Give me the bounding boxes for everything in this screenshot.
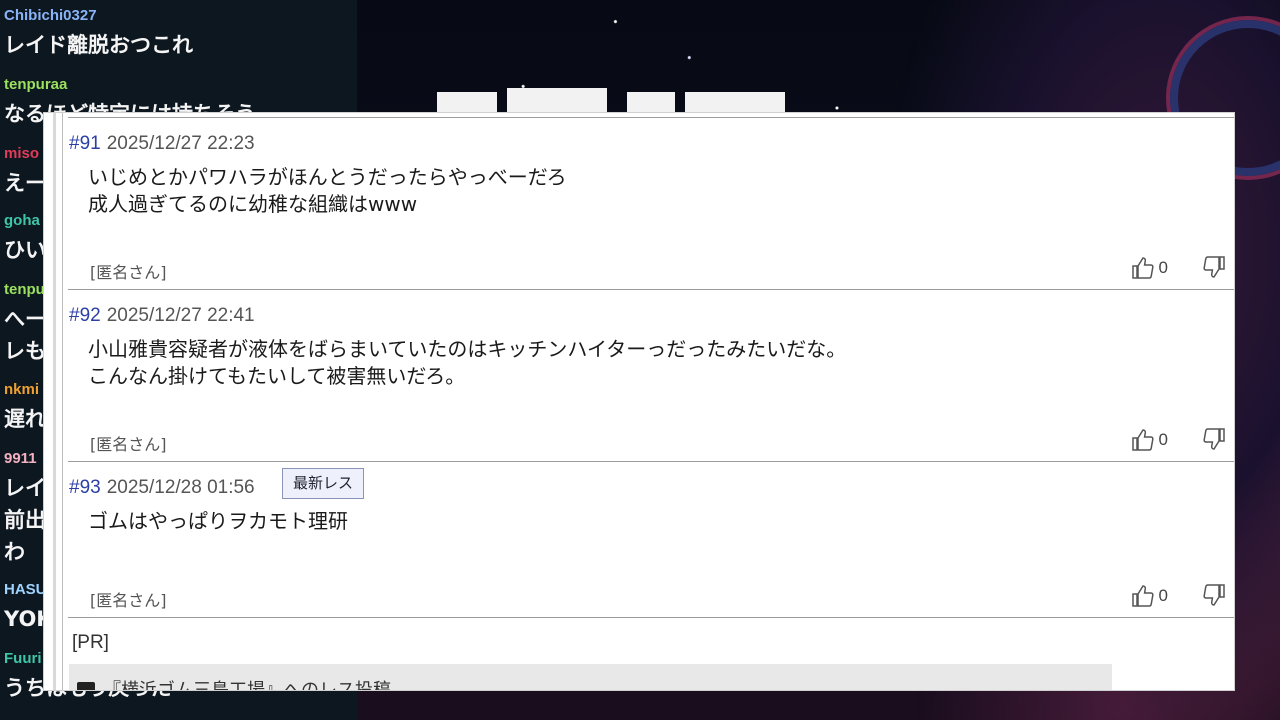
post-number[interactable]: #93 bbox=[69, 477, 101, 498]
thumbs-down-icon bbox=[1203, 584, 1225, 606]
chat-text: レイド離脱おつこれ bbox=[4, 33, 193, 57]
post-number[interactable]: #92 bbox=[69, 305, 101, 326]
thread-rail bbox=[44, 113, 63, 690]
chat-message: goha ひい bbox=[4, 212, 46, 264]
chat-text: へー bbox=[4, 307, 46, 331]
chat-username[interactable]: goha bbox=[4, 212, 46, 230]
thumbs-up-icon bbox=[1131, 257, 1154, 279]
post-author: [匿名さん] bbox=[90, 591, 167, 610]
like-button[interactable]: 0 bbox=[1131, 255, 1168, 281]
post-line: ゴムはやっぱりヲカモト理研 bbox=[88, 509, 348, 533]
post-date: 2025/12/28 01:56 bbox=[106, 477, 255, 498]
post-date: 2025/12/27 22:23 bbox=[106, 133, 255, 154]
screen: Chibichi0327 レイド離脱おつこれ tenpuraa なるほど特定には… bbox=[0, 0, 1280, 720]
post-number[interactable]: #91 bbox=[69, 133, 101, 154]
post-line: こんなん掛けてもたいして被害無いだろ。 bbox=[88, 364, 466, 388]
dislike-button[interactable] bbox=[1202, 255, 1226, 281]
post-header: #93 2025/12/28 01:56 bbox=[69, 477, 255, 499]
dislike-button[interactable] bbox=[1202, 583, 1226, 609]
chat-text: わ bbox=[4, 540, 25, 564]
comment-icon bbox=[77, 682, 95, 690]
chat-text: 前出 bbox=[4, 508, 46, 532]
chat-username[interactable]: Chibichi0327 bbox=[4, 7, 193, 25]
post-line: 小山雅貴容疑者が液体をばらまいていたのはキッチンハイターっだったみたいだな。 bbox=[88, 337, 847, 361]
chat-username[interactable]: tenpuraa bbox=[4, 76, 256, 94]
chat-message: miso えー bbox=[4, 145, 46, 197]
reply-form-text: 『横浜ゴム三島工場』へのレス投稿 bbox=[103, 676, 391, 690]
post-author: [匿名さん] bbox=[90, 263, 167, 282]
chat-text: ひい bbox=[4, 238, 46, 262]
thread-post: #91 2025/12/27 22:23 いじめとかパワハラがほんとうだったらやっ… bbox=[68, 117, 1234, 289]
pr-section: [PR] 『横浜ゴム三島工場』へのレス投稿 bbox=[68, 617, 1234, 690]
chat-message: Chibichi0327 レイド離脱おつこれ bbox=[4, 7, 193, 59]
thread-post: #92 2025/12/27 22:41 小山雅貴容疑者が液体をばらまいていたのは… bbox=[68, 289, 1234, 461]
post-line: 成人過ぎてるのに幼稚な組織はwww bbox=[88, 192, 418, 216]
latest-reply-badge[interactable]: 最新レス bbox=[282, 468, 365, 499]
like-count: 0 bbox=[1158, 586, 1168, 605]
thumbs-down-icon bbox=[1203, 428, 1225, 450]
chat-username[interactable]: tenpu bbox=[4, 281, 46, 299]
post-line: いじめとかパワハラがほんとうだったらやっべーだろ bbox=[88, 165, 567, 189]
post-body: いじめとかパワハラがほんとうだったらやっべーだろ 成人過ぎてるのに幼稚な組織はw… bbox=[88, 164, 567, 218]
like-button[interactable]: 0 bbox=[1131, 427, 1168, 453]
chat-username[interactable]: miso bbox=[4, 145, 46, 163]
thread-post: #93 2025/12/28 01:56 最新レス ゴムはやっぱりヲカモト理研 [… bbox=[68, 461, 1234, 617]
like-count: 0 bbox=[1158, 258, 1168, 277]
thumbs-up-icon bbox=[1131, 585, 1154, 607]
background-title-strip bbox=[437, 88, 787, 114]
post-date: 2025/12/27 22:41 bbox=[106, 305, 255, 326]
thumbs-down-icon bbox=[1203, 256, 1225, 278]
post-header: #91 2025/12/27 22:23 bbox=[69, 133, 255, 155]
thumbs-up-icon bbox=[1131, 429, 1154, 451]
post-body: 小山雅貴容疑者が液体をばらまいていたのはキッチンハイターっだったみたいだな。 こ… bbox=[88, 336, 846, 390]
chat-message: tenpu へー レも bbox=[4, 281, 46, 365]
post-header: #92 2025/12/27 22:41 bbox=[69, 305, 255, 327]
like-button[interactable]: 0 bbox=[1131, 583, 1168, 609]
chat-text: レイ bbox=[4, 476, 46, 500]
chat-message: 9911 レイ 前出 わ bbox=[4, 450, 46, 566]
chat-text: えー bbox=[4, 171, 46, 195]
pr-label: [PR] bbox=[72, 632, 109, 653]
chat-message: nkmi 遅れ bbox=[4, 381, 46, 433]
forum-thread-window: #91 2025/12/27 22:23 いじめとかパワハラがほんとうだったらやっ… bbox=[44, 113, 1234, 690]
chat-username[interactable]: 9911 bbox=[4, 450, 46, 468]
dislike-button[interactable] bbox=[1202, 427, 1226, 453]
reply-form-link[interactable]: 『横浜ゴム三島工場』へのレス投稿 bbox=[69, 664, 1112, 690]
post-author: [匿名さん] bbox=[90, 435, 167, 454]
chat-username[interactable]: nkmi bbox=[4, 381, 46, 399]
chat-text: 遅れ bbox=[4, 407, 46, 431]
chat-text: レも bbox=[4, 339, 46, 363]
post-body: ゴムはやっぱりヲカモト理研 bbox=[88, 508, 348, 535]
like-count: 0 bbox=[1158, 430, 1168, 449]
